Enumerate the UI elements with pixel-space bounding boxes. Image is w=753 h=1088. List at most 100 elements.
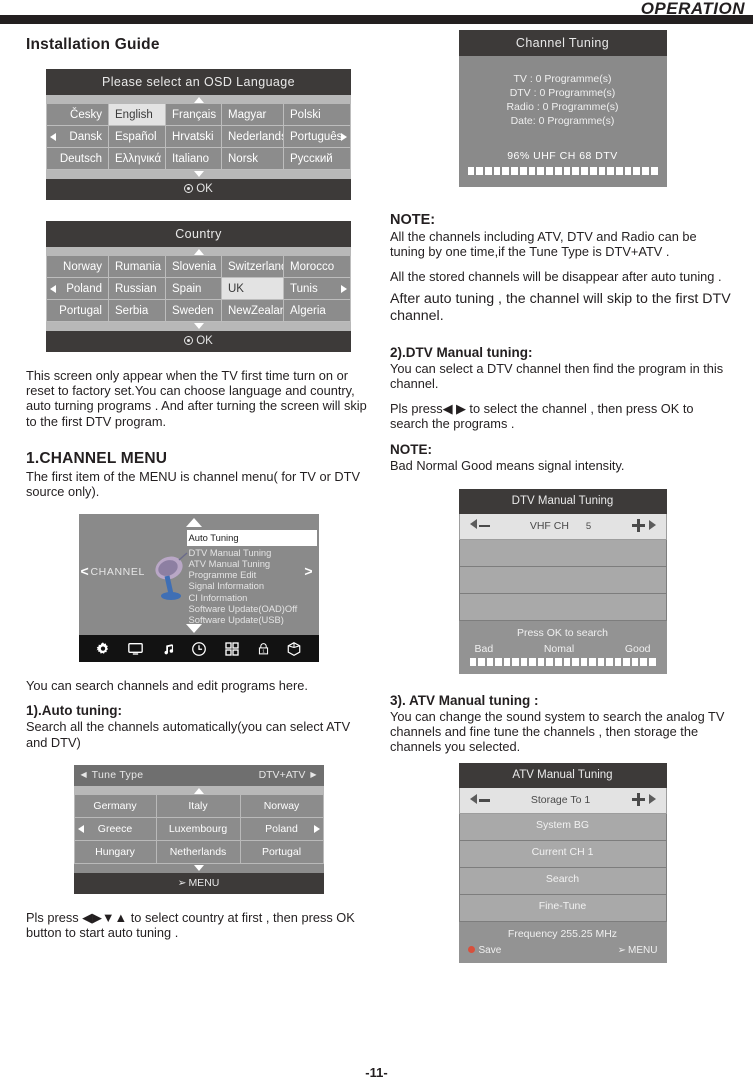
- right-column: Channel Tuning TV : 0 Programme(s) DTV :…: [390, 30, 735, 964]
- language-cell[interactable]: Hrvatski: [166, 126, 222, 148]
- dtv-manual-empty-row[interactable]: [458, 566, 667, 594]
- language-scroll-down[interactable]: [46, 170, 351, 179]
- language-cell[interactable]: Русский: [284, 148, 351, 170]
- language-row: Dansk Español Hrvatski Nederlands Portug…: [46, 126, 351, 148]
- tune-country-row: Greece Luxembourg Poland: [73, 817, 324, 841]
- arrow-left-icon[interactable]: [50, 133, 56, 141]
- tune-scroll-down[interactable]: [73, 863, 324, 873]
- dtv-manual-footer: Press OK to search Bad Nomal Good: [458, 620, 667, 674]
- tune-menu-button[interactable]: ➢ MENU: [73, 872, 324, 894]
- note-heading-2: NOTE:: [390, 442, 432, 458]
- language-cell-selected[interactable]: English: [109, 104, 166, 126]
- arrow-right-icon[interactable]: [313, 825, 320, 834]
- language-cell[interactable]: Česky: [46, 104, 109, 126]
- svg-text:1: 1: [262, 648, 265, 653]
- country-cell[interactable]: Serbia: [109, 300, 166, 322]
- country-cell[interactable]: Morocco: [284, 256, 351, 278]
- tune-country-cell[interactable]: Netherlands: [156, 840, 241, 864]
- tune-country-cell[interactable]: Norway: [240, 794, 324, 818]
- increment-control[interactable]: [631, 518, 656, 533]
- menu-item-auto-tuning[interactable]: Auto Tuning: [186, 530, 317, 546]
- tune-country-cell[interactable]: Poland: [240, 817, 324, 841]
- menu-item-dtv-manual-tuning[interactable]: DTV Manual Tuning: [187, 547, 317, 558]
- language-cell[interactable]: Ελληνικά: [109, 148, 166, 170]
- country-cell[interactable]: Slovenia: [166, 256, 222, 278]
- language-cell[interactable]: Polski: [284, 104, 351, 126]
- clock-icon[interactable]: [191, 641, 207, 657]
- tune-scroll-up[interactable]: [73, 785, 324, 795]
- dtv-manual-empty-row[interactable]: [458, 593, 667, 621]
- gear-icon[interactable]: [95, 641, 111, 657]
- menu-item-ci-information[interactable]: CI Information: [187, 592, 317, 603]
- country-cell-selected[interactable]: UK: [222, 278, 284, 300]
- atv-save-button[interactable]: Save: [467, 945, 501, 956]
- tune-country-cell[interactable]: Portugal: [240, 840, 324, 864]
- tune-type-header[interactable]: ◀ Tune Type DTV+ATV ▶: [73, 764, 324, 786]
- language-cell[interactable]: Deutsch: [46, 148, 109, 170]
- country-cell[interactable]: Russian: [109, 278, 166, 300]
- tune-country-cell[interactable]: Germany: [73, 794, 157, 818]
- language-scroll-up[interactable]: [46, 95, 351, 104]
- arrow-left-icon[interactable]: [77, 825, 84, 834]
- channel-tuning-line-tv: TV : 0 Programme(s): [513, 73, 612, 85]
- menu-item-signal-information[interactable]: Signal Information: [187, 580, 317, 591]
- grid-icon[interactable]: [224, 641, 240, 657]
- tune-country-cell[interactable]: Greece: [73, 817, 157, 841]
- atv-row-fine-tune[interactable]: Fine-Tune: [458, 895, 667, 923]
- atv-row-system[interactable]: System BG: [458, 814, 667, 842]
- country-cell[interactable]: Rumania: [109, 256, 166, 278]
- menu-item-software-update-oad[interactable]: Software Update(OAD)Off: [187, 603, 317, 614]
- tune-menu-label: MENU: [188, 876, 220, 889]
- country-row: Norway Rumania Slovenia Switzerland Moro…: [46, 256, 351, 278]
- country-scroll-up[interactable]: [46, 247, 351, 256]
- increment-control[interactable]: [631, 793, 656, 807]
- music-note-icon[interactable]: [161, 641, 175, 657]
- decrement-control[interactable]: [469, 793, 490, 807]
- country-cell[interactable]: Norway: [46, 256, 109, 278]
- country-cell[interactable]: NewZealand: [222, 300, 284, 322]
- country-cell[interactable]: Spain: [166, 278, 222, 300]
- arrow-right-icon[interactable]: [341, 285, 347, 293]
- osd-dtv-manual-tuning-panel: DTV Manual Tuning VHF CH 5 Press OK to s…: [458, 488, 667, 674]
- tune-country-cell[interactable]: Luxembourg: [156, 817, 241, 841]
- language-cell[interactable]: Français: [166, 104, 222, 126]
- decrement-control[interactable]: [469, 519, 490, 532]
- language-cell[interactable]: Norsk: [222, 148, 284, 170]
- cube-icon[interactable]: [286, 641, 302, 657]
- atv-row-search[interactable]: Search: [458, 868, 667, 896]
- arrow-left-icon[interactable]: ◀: [81, 770, 87, 779]
- dtv-manual-active-row[interactable]: VHF CH 5: [458, 513, 667, 540]
- atv-manual-active-row[interactable]: Storage To 1: [458, 788, 667, 815]
- country-cell[interactable]: Switzerland: [222, 256, 284, 278]
- channel-tuning-status: 96% UHF CH 68 DTV: [507, 150, 618, 162]
- language-cell[interactable]: Italiano: [166, 148, 222, 170]
- lock-icon[interactable]: 1: [257, 641, 270, 657]
- menu-item-programme-edit[interactable]: Programme Edit: [187, 569, 317, 580]
- country-cell[interactable]: Algeria: [284, 300, 351, 322]
- triangle-up-icon: [193, 97, 204, 103]
- signal-label-bad: Bad: [474, 642, 494, 655]
- country-cell[interactable]: Portugal: [46, 300, 109, 322]
- arrow-right-icon[interactable]: [341, 133, 347, 141]
- arrow-right-icon[interactable]: ▶: [310, 770, 316, 779]
- language-cell[interactable]: Magyar: [222, 104, 284, 126]
- country-ok-button[interactable]: OK: [46, 331, 351, 352]
- language-cell[interactable]: Español: [109, 126, 166, 148]
- arrow-left-icon[interactable]: [50, 285, 56, 293]
- country-scroll-down[interactable]: [46, 322, 351, 331]
- tune-type-value: DTV+ATV: [258, 768, 306, 781]
- atv-menu-button[interactable]: ➢ MENU: [618, 945, 658, 956]
- atv-row-current-ch[interactable]: Current CH 1: [458, 841, 667, 869]
- country-cell[interactable]: Sweden: [166, 300, 222, 322]
- menu-item-software-update-usb[interactable]: Software Update(USB): [187, 614, 317, 625]
- chevron-left-icon[interactable]: <: [81, 563, 89, 579]
- language-cell[interactable]: Nederlands: [222, 126, 284, 148]
- tune-country-cell[interactable]: Hungary: [73, 840, 157, 864]
- triangle-up-icon[interactable]: [185, 518, 202, 528]
- tune-country-cell[interactable]: Italy: [156, 794, 241, 818]
- screen-icon[interactable]: [127, 641, 144, 657]
- menu-item-atv-manual-tuning[interactable]: ATV Manual Tuning: [187, 558, 317, 569]
- dtv-manual-empty-row[interactable]: [458, 539, 667, 567]
- country-ok-label: OK: [196, 335, 213, 347]
- language-ok-button[interactable]: OK: [46, 179, 351, 200]
